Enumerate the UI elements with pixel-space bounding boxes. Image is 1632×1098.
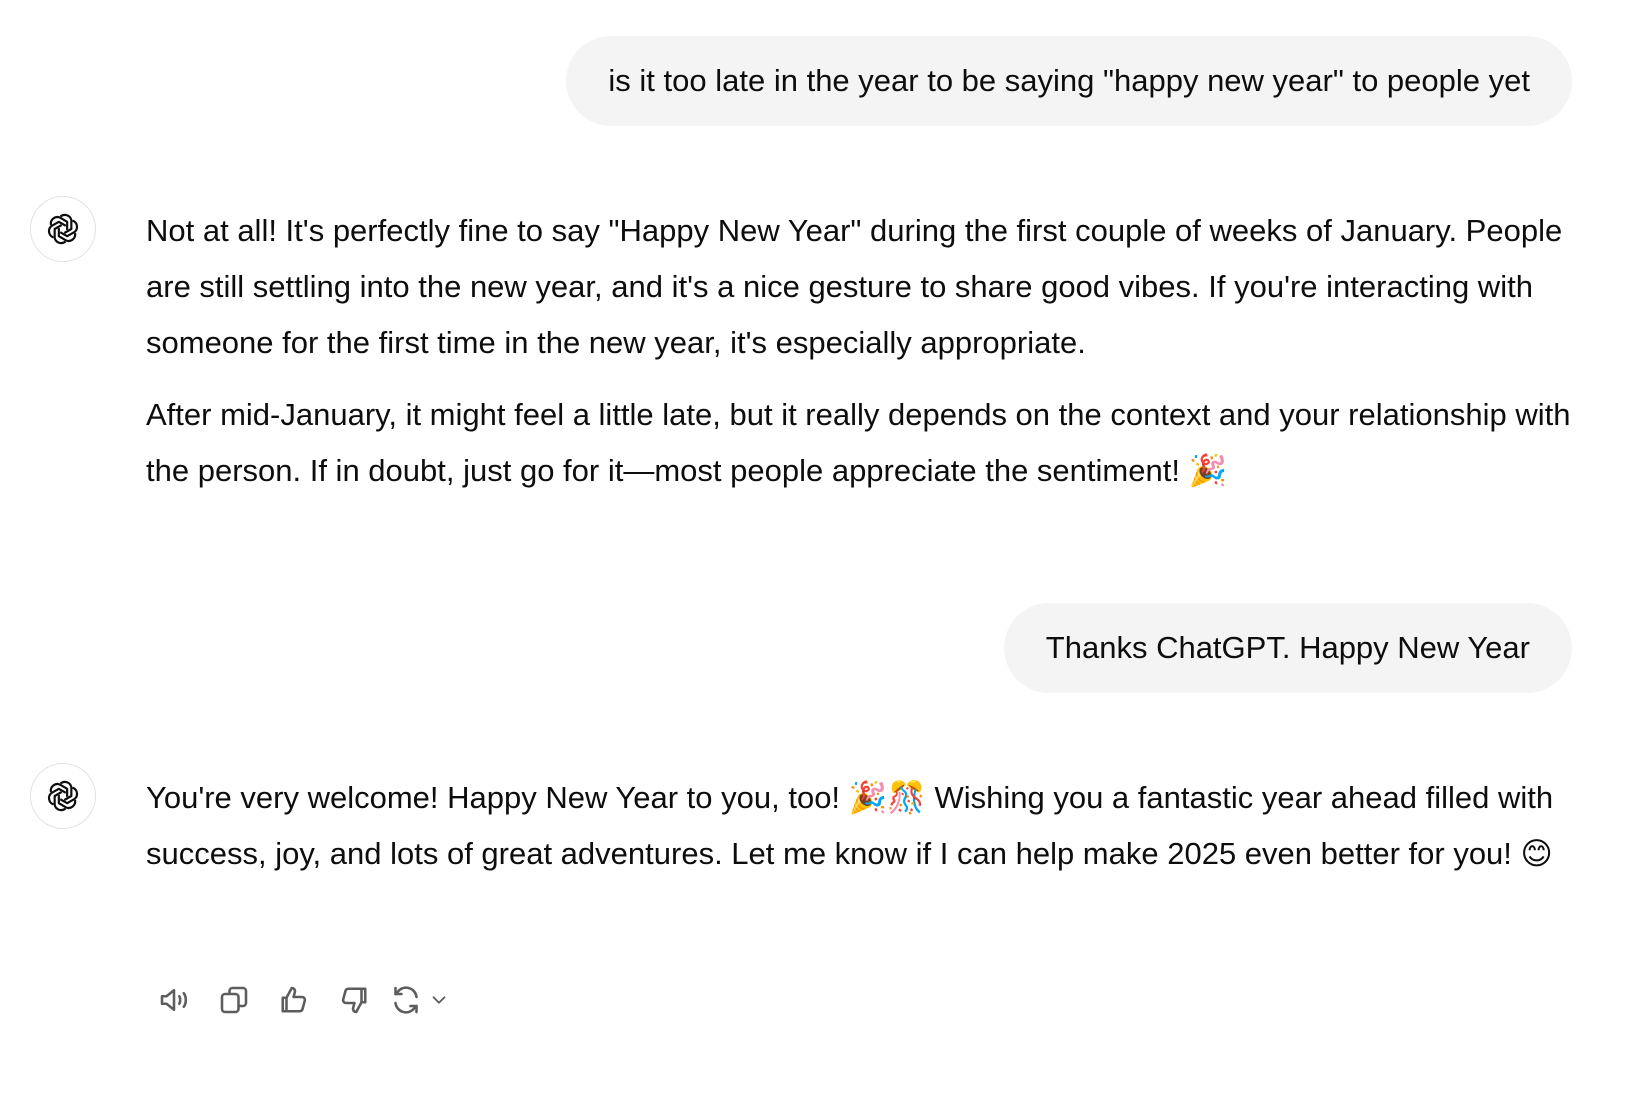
assistant-message-row: You're very welcome! Happy New Year to y… bbox=[30, 763, 1590, 898]
assistant-paragraph: Not at all! It's perfectly fine to say "… bbox=[146, 213, 1563, 360]
openai-logo-icon bbox=[47, 213, 79, 245]
thumbs-up-button[interactable] bbox=[264, 975, 324, 1025]
assistant-avatar bbox=[30, 196, 96, 262]
chat-thread: is it too late in the year to be saying … bbox=[0, 0, 1632, 1098]
assistant-paragraph: After mid-January, it might feel a littl… bbox=[146, 397, 1571, 488]
copy-button[interactable] bbox=[204, 975, 264, 1025]
assistant-avatar bbox=[30, 763, 96, 829]
assistant-message-body: You're very welcome! Happy New Year to y… bbox=[146, 763, 1590, 882]
refresh-icon bbox=[394, 986, 418, 1014]
copy-icon bbox=[220, 986, 248, 1014]
thumbs-up-icon bbox=[281, 986, 307, 1013]
read-aloud-button[interactable] bbox=[144, 975, 204, 1025]
thumbs-down-button[interactable] bbox=[324, 975, 384, 1025]
chevron-down-icon[interactable] bbox=[428, 989, 450, 1011]
openai-logo-icon bbox=[47, 780, 79, 812]
assistant-paragraph: You're very welcome! Happy New Year to y… bbox=[146, 780, 1554, 871]
assistant-message-row: Not at all! It's perfectly fine to say "… bbox=[30, 196, 1590, 515]
regenerate-button[interactable] bbox=[384, 975, 458, 1025]
assistant-message-body: Not at all! It's perfectly fine to say "… bbox=[146, 196, 1590, 499]
user-message-row: is it too late in the year to be saying … bbox=[566, 36, 1572, 126]
user-message-bubble: Thanks ChatGPT. Happy New Year bbox=[1003, 603, 1572, 693]
user-message-row: Thanks ChatGPT. Happy New Year bbox=[1003, 603, 1572, 693]
user-message-bubble: is it too late in the year to be saying … bbox=[566, 36, 1572, 126]
speaker-icon bbox=[160, 988, 188, 1012]
message-actions bbox=[144, 975, 458, 1025]
thumbs-down-icon bbox=[341, 987, 367, 1014]
